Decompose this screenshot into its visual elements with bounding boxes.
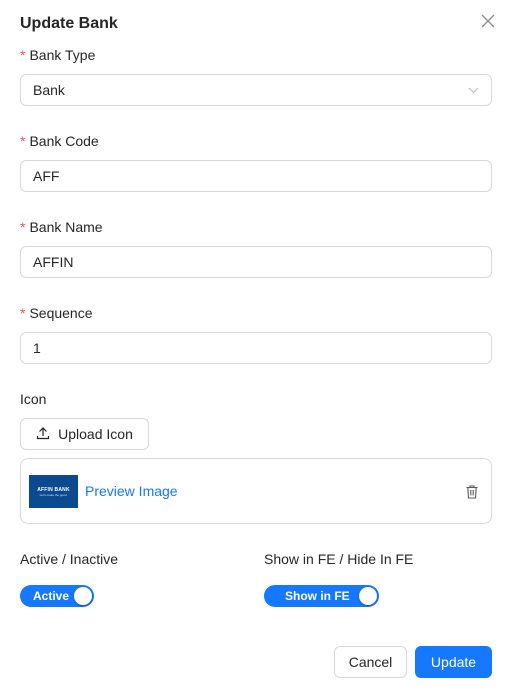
preview-image-link[interactable]: Preview Image [85, 483, 178, 499]
sequence-label: * Sequence [20, 305, 93, 321]
sequence-label-text: Sequence [29, 305, 93, 321]
bank-type-select[interactable]: Bank [20, 74, 492, 106]
bank-code-input[interactable] [21, 161, 491, 191]
bank-code-label: * Bank Code [20, 133, 99, 149]
update-button[interactable]: Update [415, 646, 492, 678]
required-mark: * [20, 305, 26, 321]
active-switch[interactable]: Active [20, 585, 94, 607]
bank-name-label: * Bank Name [20, 219, 103, 235]
cancel-button[interactable]: Cancel [334, 646, 407, 678]
bank-type-label-text: Bank Type [29, 47, 96, 63]
bank-name-input[interactable] [21, 247, 491, 277]
bank-code-label-text: Bank Code [29, 133, 99, 149]
show-in-fe-label: Show in FE / Hide In FE [264, 551, 414, 567]
show-in-fe-switch-text: Show in FE [285, 589, 350, 603]
bank-type-value: Bank [33, 82, 65, 98]
bank-name-label-text: Bank Name [29, 219, 103, 235]
upload-icon-button[interactable]: Upload Icon [20, 418, 149, 450]
icon-label: Icon [20, 391, 47, 407]
upload-icon [36, 426, 50, 443]
bank-name-field-wrapper [20, 246, 492, 278]
close-icon[interactable] [478, 11, 498, 31]
bank-type-label: * Bank Type [20, 47, 95, 63]
switch-knob [74, 587, 92, 605]
sequence-field-wrapper [20, 332, 492, 364]
thumbnail-sub-text: Let's make the good. [39, 492, 68, 497]
switch-knob [359, 587, 377, 605]
modal-title: Update Bank [20, 15, 118, 32]
active-inactive-label: Active / Inactive [20, 551, 119, 567]
show-in-fe-switch[interactable]: Show in FE [264, 585, 379, 607]
upload-icon-button-label: Upload Icon [58, 426, 133, 442]
bank-code-field-wrapper [20, 160, 492, 192]
sequence-input[interactable] [21, 333, 491, 363]
icon-preview-card: AFFIN BANK Let's make the good. Preview … [20, 458, 492, 524]
trash-icon[interactable] [464, 483, 480, 501]
required-mark: * [20, 47, 26, 63]
chevron-down-icon [468, 87, 479, 94]
active-switch-text: Active [33, 589, 70, 603]
bank-logo-thumbnail: AFFIN BANK Let's make the good. [29, 475, 78, 508]
required-mark: * [20, 133, 26, 149]
required-mark: * [20, 219, 26, 235]
